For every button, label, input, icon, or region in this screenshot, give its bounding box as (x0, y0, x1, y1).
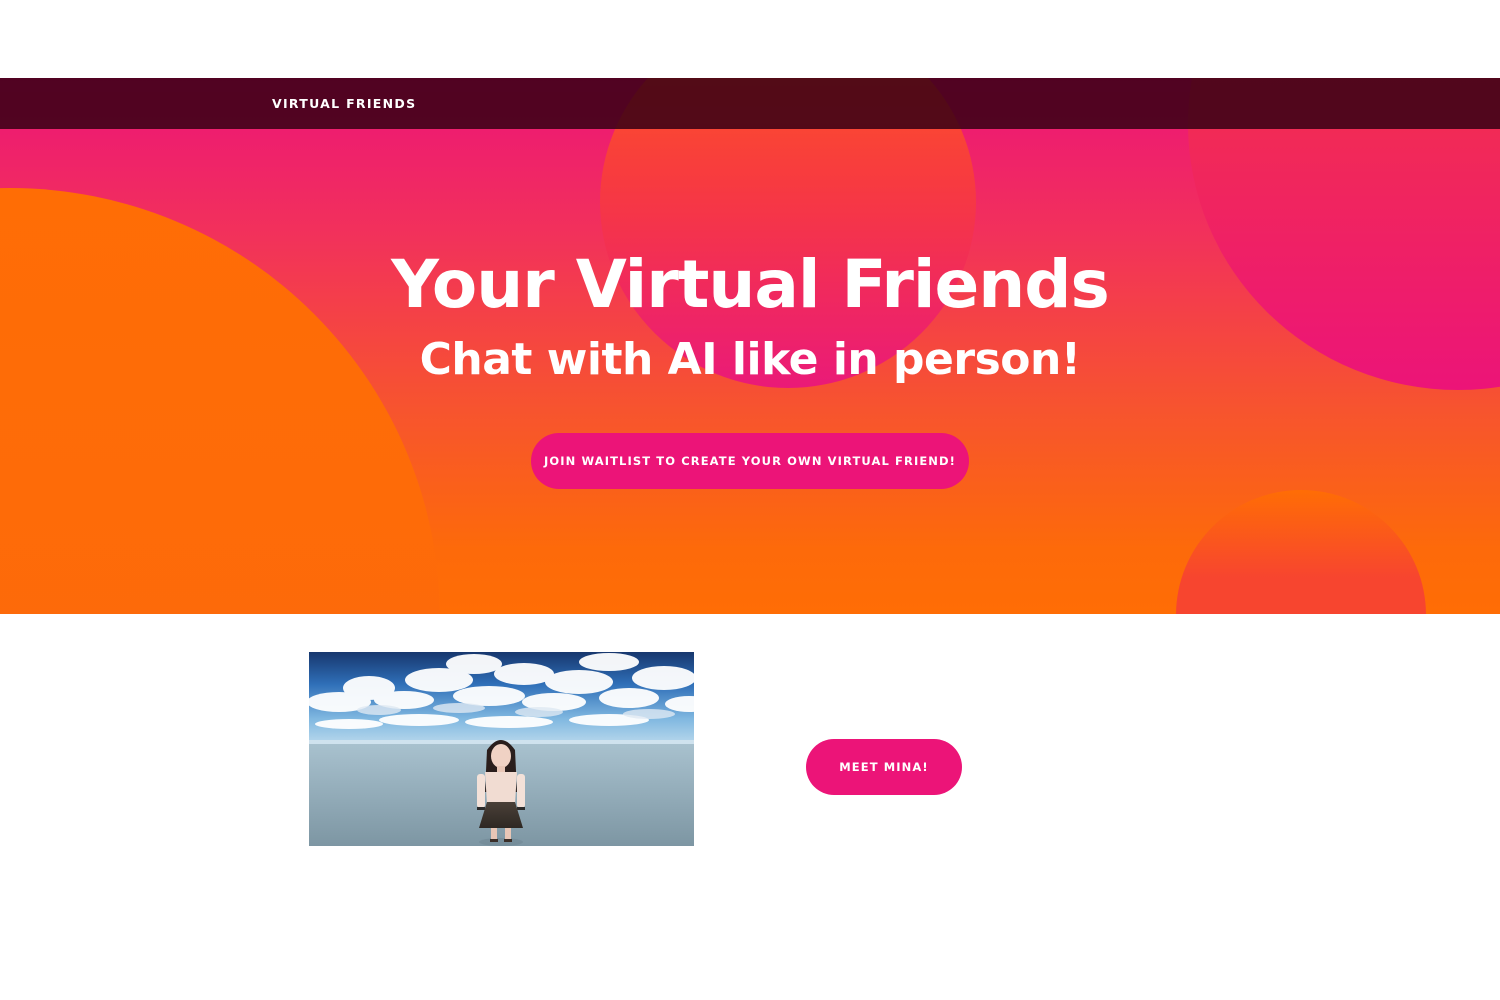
navbar: VIRTUAL FRIENDS (0, 78, 1500, 129)
feature-section: MEET MINA! (0, 614, 1500, 1000)
top-whitespace (0, 0, 1500, 78)
hero-content: Your Virtual Friends Chat with AI like i… (0, 78, 1500, 614)
meet-mina-button[interactable]: MEET MINA! (806, 739, 962, 795)
brand-link[interactable]: VIRTUAL FRIENDS (272, 78, 416, 129)
landing-page: VIRTUAL FRIENDS Your Virtual Friends Cha… (0, 0, 1500, 1000)
hero-title: Your Virtual Friends (391, 246, 1110, 323)
character-preview-image (309, 652, 694, 846)
hero-section: VIRTUAL FRIENDS Your Virtual Friends Cha… (0, 78, 1500, 614)
hero-subtitle: Chat with AI like in person! (419, 334, 1081, 385)
join-waitlist-button[interactable]: JOIN WAITLIST TO CREATE YOUR OWN VIRTUAL… (531, 433, 969, 489)
